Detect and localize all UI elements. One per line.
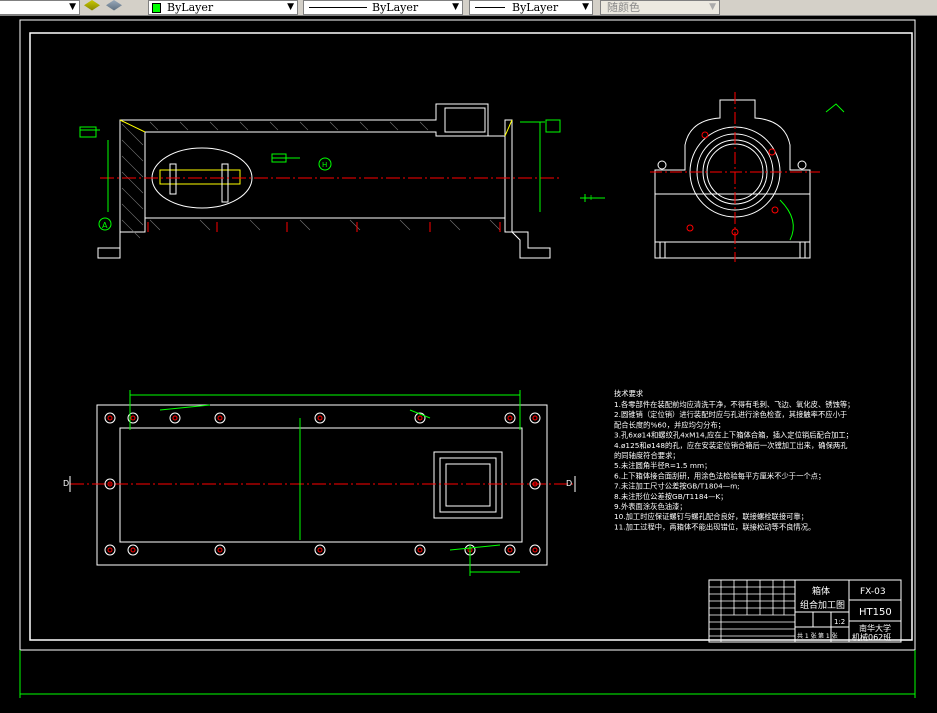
- drawing-name: 组合加工图: [800, 599, 845, 611]
- view-label-h: H: [322, 161, 327, 169]
- drawing-number: FX-03: [860, 587, 886, 597]
- sheet-count: 共 1 张: [797, 632, 817, 640]
- bolt-hole: [317, 547, 323, 553]
- linetype-value: ByLayer: [372, 1, 419, 14]
- bolt-hole: [217, 415, 223, 421]
- linetype-combo[interactable]: ByLayer ▼: [303, 0, 463, 15]
- drawing-frame: [29, 32, 913, 641]
- bolt-hole: [504, 412, 516, 424]
- bolt-hole: [217, 547, 223, 553]
- bolt-hole: [130, 547, 136, 553]
- plotstyle-combo[interactable]: 随颜色 ▼: [600, 0, 720, 15]
- section-label-d-left: D: [63, 479, 69, 488]
- color-combo[interactable]: ByLayer ▼: [148, 0, 298, 15]
- bolt-hole: [532, 415, 538, 421]
- bolt-hole: [414, 544, 426, 556]
- tech-requirement-line: 9.外表面涂灰色油漆；: [614, 502, 687, 511]
- tech-requirement-line: 配合长度的%60，并应均匀分布；: [614, 420, 725, 429]
- sheet-border: [19, 19, 916, 651]
- bolt-hole: [104, 544, 116, 556]
- technical-requirements: 技术要求 1.各零部件在装配前均应清洗干净，不得有毛刺、飞边、氧化皮、锈蚀等；2…: [614, 389, 854, 531]
- tech-requirement-line: 4.ø125和ø148的孔，应在安装定位销合箱后一次镗加工出来，确保两孔: [614, 441, 848, 450]
- layer-previous-icon[interactable]: [106, 0, 122, 11]
- top-view: D D: [63, 390, 576, 576]
- color-value: ByLayer: [167, 1, 214, 14]
- bolt-hole: [104, 412, 116, 424]
- part-name: 箱体: [812, 585, 830, 597]
- bolt-hole: [507, 415, 513, 421]
- bolt-hole: [317, 415, 323, 421]
- bolt-hole: [127, 544, 139, 556]
- bolt-hole: [532, 547, 538, 553]
- chevron-down-icon: ▼: [69, 2, 76, 12]
- side-view: I: [580, 92, 845, 262]
- scale: 1:2: [834, 618, 845, 626]
- bolt-hole: [529, 544, 541, 556]
- tech-requirement-line: 10.加工时应保证螺钉与螺孔配合良好，联接螺栓联接可靠；: [614, 512, 808, 521]
- tech-requirement-line: 3.孔6xø14和螺纹孔4xM14,应在上下箱体合箱，插入定位销后配合加工；: [614, 431, 853, 440]
- linetype-sample: [309, 7, 367, 8]
- chevron-down-icon: ▼: [452, 2, 459, 12]
- color-swatch: [152, 3, 161, 13]
- bolt-hole: [169, 412, 181, 424]
- tech-requirement-line: 7.未注加工尺寸公差按GB/T1804—m;: [614, 482, 740, 491]
- lineweight-combo[interactable]: ByLayer ▼: [469, 0, 593, 15]
- plotstyle-value: 随颜色: [607, 1, 640, 14]
- bolt-hole: [214, 544, 226, 556]
- bolt-hole: [130, 415, 136, 421]
- bolt-hole: [417, 547, 423, 553]
- tech-requirement-line: 1.各零部件在装配前均应清洗干净，不得有毛刺、飞边、氧化皮、锈蚀等；: [614, 400, 854, 409]
- chevron-down-icon: ▼: [287, 2, 294, 12]
- properties-toolbar: ▼ ByLayer ▼ ByLayer ▼ ByLayer ▼ 随颜色 ▼: [0, 0, 937, 16]
- layer-combo[interactable]: ▼: [0, 0, 80, 15]
- tech-requirement-line: 2.圆锥销（定位销）进行装配时应与孔进行涂色检查，其接触率不应小于: [614, 410, 847, 419]
- tech-requirement-line: 的同轴度符合要求；: [614, 451, 680, 460]
- class-name: 机械062班: [852, 632, 891, 642]
- sheet-dimension: [19, 650, 916, 698]
- bolt-hole: [504, 544, 516, 556]
- bolt-hole: [417, 415, 423, 421]
- section-label-d-right: D: [566, 479, 572, 488]
- title-block: 箱体 组合加工图 FX-03 HT150 1:2 南华大学 机械062班 共 1…: [708, 579, 902, 643]
- section-label-a: A: [102, 221, 108, 230]
- chevron-down-icon: ▼: [709, 2, 716, 12]
- tech-requirement-line: 6.上下箱体接合面刮研，用涂色法检验每平方厘米不少于一个点；: [614, 471, 825, 480]
- bolt-hole: [107, 415, 113, 421]
- bolt-hole: [314, 544, 326, 556]
- layer-states-icon[interactable]: [84, 0, 100, 11]
- chevron-down-icon: ▼: [582, 2, 589, 12]
- lineweight-value: ByLayer: [512, 1, 559, 14]
- lineweight-sample: [475, 7, 505, 8]
- bolt-hole: [107, 547, 113, 553]
- tech-requirement-line: 5.未注圆角半径R=1.5 mm；: [614, 461, 711, 470]
- sheet-number: 第 1 张: [818, 632, 838, 640]
- view-label-i: I: [590, 194, 592, 202]
- bolt-hole: [172, 415, 178, 421]
- material: HT150: [859, 607, 892, 618]
- bolt-hole: [507, 547, 513, 553]
- tech-requirement-line: 11.加工过程中，两箱体不能出现错位，联接松动等不良情况。: [614, 522, 815, 531]
- bolt-hole: [214, 412, 226, 424]
- bolt-hole: [529, 412, 541, 424]
- school-name: 南华大学: [859, 623, 891, 633]
- bolt-hole: [314, 412, 326, 424]
- tech-requirement-line: 8.未注形位公差按GB/T1184—K；: [614, 492, 728, 501]
- front-section-view: A H: [79, 103, 561, 259]
- tech-requirements-title: 技术要求: [614, 389, 644, 398]
- drawing-canvas[interactable]: A H I D D 技术要求 1.各零部件在装配前均应清洗干净，不得有毛刺、飞边: [0, 16, 937, 709]
